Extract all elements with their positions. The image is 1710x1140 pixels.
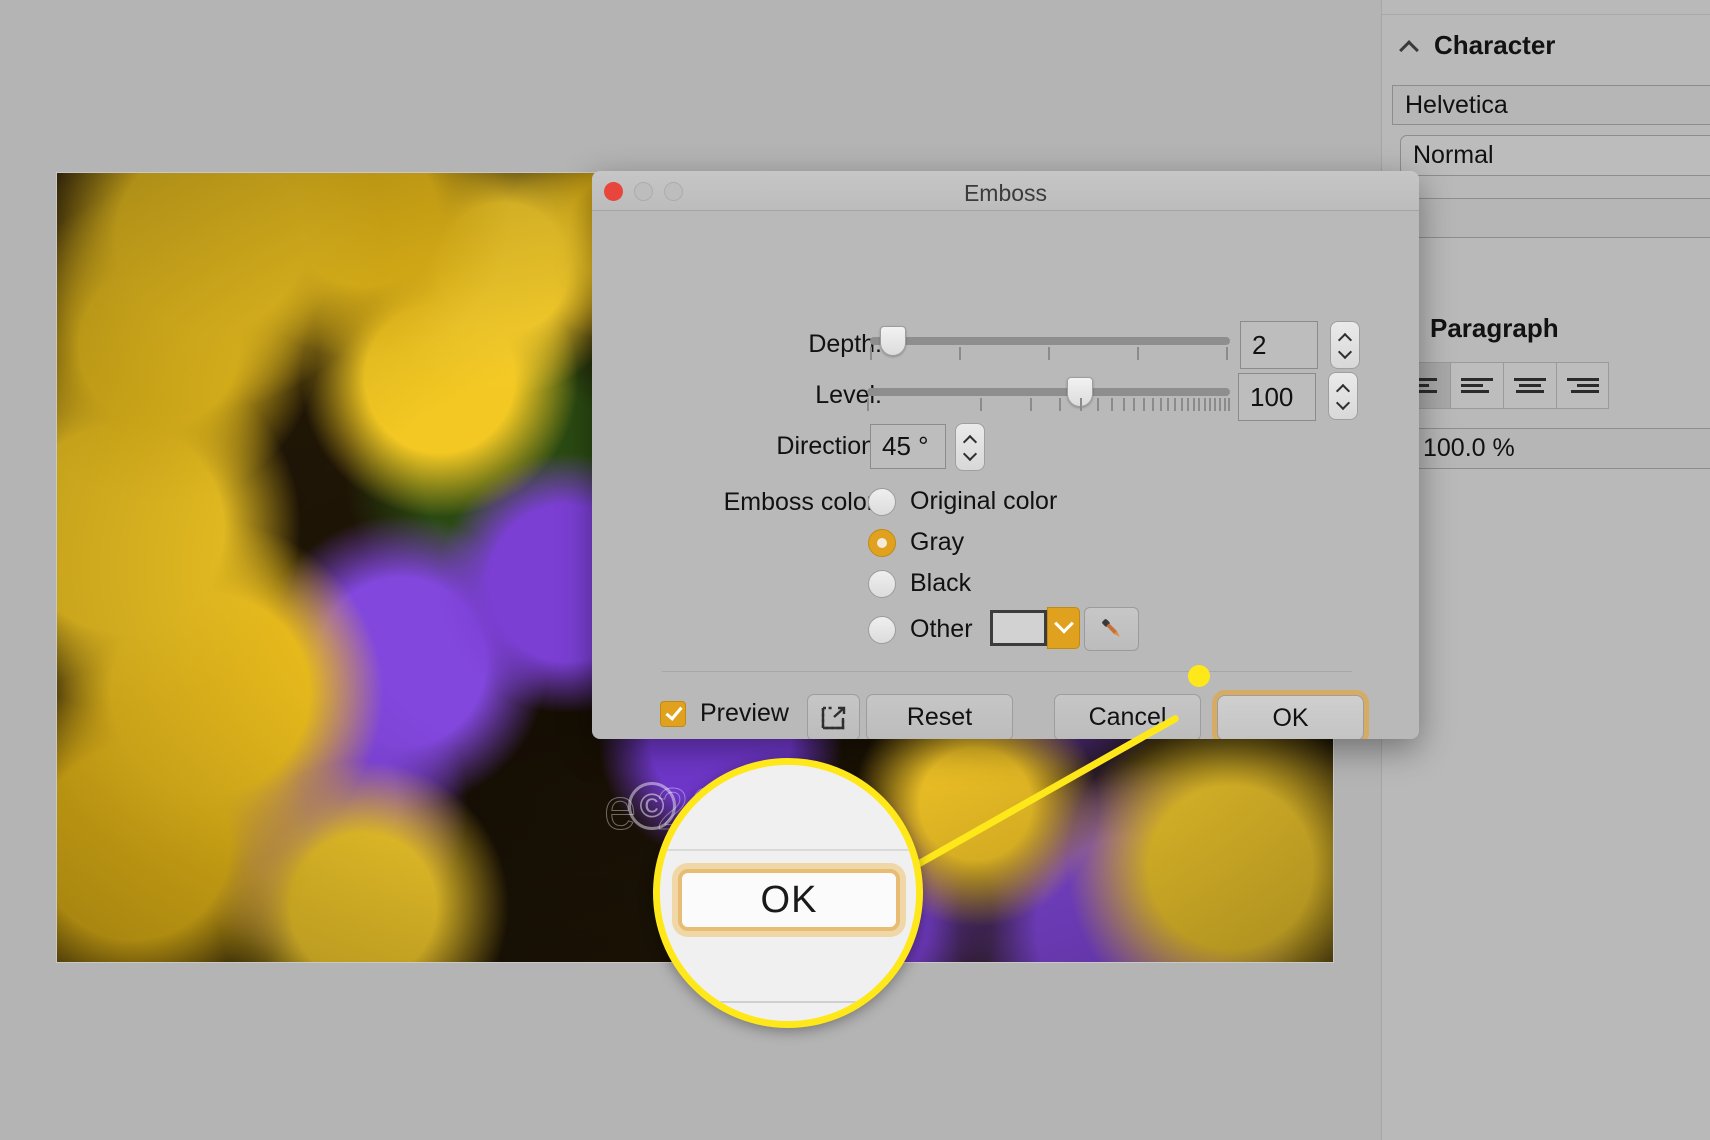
character-section-header[interactable]: Character xyxy=(1400,30,1555,61)
align-left-button[interactable] xyxy=(1450,362,1503,409)
chevron-up-icon[interactable] xyxy=(1339,335,1351,342)
export-to-new-window-icon xyxy=(821,706,845,729)
level-stepper[interactable] xyxy=(1328,372,1358,420)
font-family-field[interactable]: Helvetica xyxy=(1392,85,1710,125)
radio-other[interactable]: Other xyxy=(868,615,973,644)
chevron-down-icon xyxy=(1053,613,1074,634)
reset-button[interactable]: Reset xyxy=(866,694,1013,739)
level-label: Level: xyxy=(815,381,882,409)
depth-slider-track[interactable] xyxy=(870,337,1230,345)
depth-slider-ticks xyxy=(870,347,1230,361)
depth-stepper[interactable] xyxy=(1330,321,1360,369)
depth-value-input[interactable]: 2 xyxy=(1240,321,1318,369)
chevron-down-icon[interactable] xyxy=(1339,349,1351,356)
dialog-title: Emboss xyxy=(963,180,1048,206)
level-value-input[interactable]: 100 xyxy=(1238,373,1316,421)
ok-button[interactable]: OK xyxy=(1217,695,1364,739)
paragraph-section-header[interactable]: Paragraph xyxy=(1430,313,1559,344)
depth-label: Depth: xyxy=(808,330,882,358)
export-button[interactable] xyxy=(807,694,860,739)
emboss-dialog: Emboss Depth: 2 Level: 100 Direction: 45… xyxy=(592,171,1419,739)
dialog-body: Depth: 2 Level: 100 Direction: 45 ° Embo… xyxy=(592,211,1419,739)
app-root: © e 2020 Character Helvetica Normal Para… xyxy=(0,0,1710,1140)
radio-icon[interactable] xyxy=(868,615,896,644)
radio-original-color[interactable]: Original color xyxy=(868,487,1057,516)
radio-black[interactable]: Black xyxy=(868,569,971,598)
magnifier-callout: OK xyxy=(653,758,923,1028)
level-slider[interactable] xyxy=(867,377,1230,407)
right-inspector-panel: Character Helvetica Normal Paragraph 100… xyxy=(1381,0,1710,1140)
panel-divider xyxy=(1382,14,1710,15)
magnified-ok-button[interactable]: OK xyxy=(678,869,900,931)
paragraph-align-group xyxy=(1397,362,1609,409)
chevron-up-icon[interactable] xyxy=(1337,386,1349,393)
direction-label: Direction: xyxy=(776,432,882,460)
paragraph-section-title: Paragraph xyxy=(1430,313,1559,343)
radio-icon[interactable] xyxy=(868,487,896,516)
radio-icon-selected[interactable] xyxy=(868,528,896,557)
direction-input[interactable]: 45 ° xyxy=(870,424,946,469)
preview-label: Preview xyxy=(700,699,789,727)
radio-gray[interactable]: Gray xyxy=(868,528,964,557)
align-center-button[interactable] xyxy=(1503,362,1556,409)
chevron-down-icon[interactable] xyxy=(1337,400,1349,407)
font-style-field[interactable]: Normal xyxy=(1400,135,1710,176)
chevron-up-icon[interactable] xyxy=(1400,40,1420,52)
preview-checkbox-group[interactable]: Preview xyxy=(660,699,789,728)
eyedropper-button[interactable] xyxy=(1084,607,1139,651)
color-dropdown-button[interactable] xyxy=(1047,607,1080,649)
checkbox-checked-icon[interactable] xyxy=(660,700,686,727)
radio-label: Other xyxy=(910,615,973,643)
callout-anchor-dot xyxy=(1188,665,1210,687)
radio-label: Gray xyxy=(910,528,965,556)
level-slider-track[interactable] xyxy=(867,388,1230,396)
depth-slider[interactable] xyxy=(870,326,1230,356)
level-slider-ticks xyxy=(867,398,1230,412)
cancel-button[interactable]: Cancel xyxy=(1054,694,1201,739)
footer-divider xyxy=(662,671,1352,672)
direction-stepper[interactable] xyxy=(955,423,985,471)
radio-label: Original color xyxy=(910,487,1058,515)
color-swatch[interactable] xyxy=(990,610,1047,646)
radio-icon[interactable] xyxy=(868,569,896,598)
magnifier-divider-bottom xyxy=(660,1001,916,1003)
paragraph-scale-field[interactable]: 100.0 % xyxy=(1410,428,1710,469)
radio-label: Black xyxy=(910,569,972,597)
chevron-up-icon[interactable] xyxy=(964,437,976,444)
emboss-color-label: Emboss color: xyxy=(723,488,882,516)
font-size-field[interactable] xyxy=(1417,198,1710,238)
character-section-title: Character xyxy=(1434,30,1556,60)
align-right-button[interactable] xyxy=(1556,362,1609,409)
chevron-down-icon[interactable] xyxy=(964,451,976,458)
eyedropper-icon xyxy=(1101,619,1120,637)
dialog-titlebar[interactable]: Emboss xyxy=(592,171,1419,211)
magnifier-divider xyxy=(660,849,916,851)
